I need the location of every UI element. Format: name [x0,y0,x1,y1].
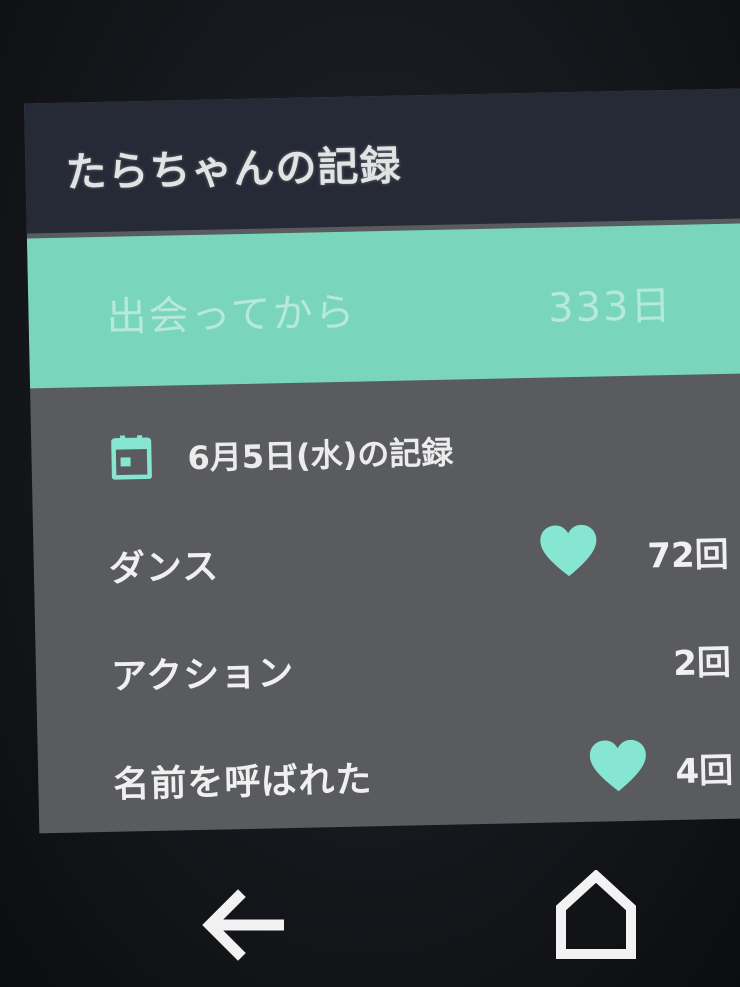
list-item-dance: ダンス 72回 [108,521,729,594]
banner-label: 出会ってから [106,289,358,341]
row-count: 2回 [672,642,732,685]
row-count: 72回 [646,534,730,577]
calendar-icon [111,435,152,480]
app-header: たらちゃんの記録 [24,88,740,234]
row-count: 4回 [675,750,734,792]
record-date-label: 6月5日(水)の記録 [187,433,454,478]
row-label: アクション [110,652,295,698]
row-label: 名前を呼ばれた [112,759,373,806]
list-item-action: アクション 2回 [110,629,732,702]
record-date-row: 6月5日(水)の記録 [111,423,454,486]
page-title: たらちゃんの記録 [65,141,402,197]
home-icon[interactable] [555,870,637,960]
banner-value: 333日 [547,282,673,332]
app-screen: たらちゃんの記録 出会ってから 333日 6月5日(水)の記録 ダンス 72回 [24,88,740,834]
days-since-met-banner: 出会ってから 333日 [26,223,740,389]
navigation-bar [0,830,740,987]
heart-icon [540,524,597,577]
row-label: ダンス [108,546,220,590]
list-item-name-called: 名前を呼ばれた 4回 [113,737,734,810]
back-arrow-icon[interactable] [200,885,284,965]
heart-icon [589,739,646,792]
device-frame: たらちゃんの記録 出会ってから 333日 6月5日(水)の記録 ダンス 72回 [0,0,740,987]
